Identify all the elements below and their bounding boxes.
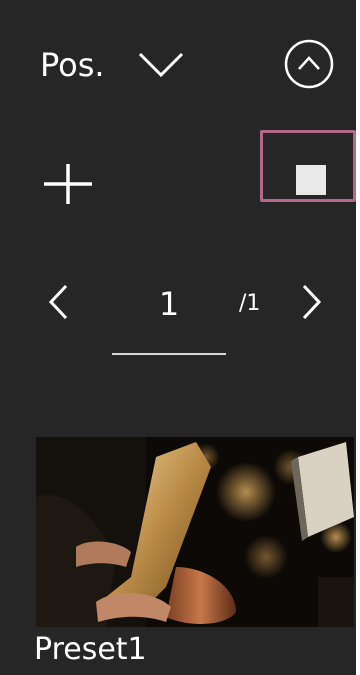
page-navigator: 1 /1	[0, 270, 358, 370]
stop-icon	[296, 165, 326, 195]
chevron-down-icon	[138, 52, 184, 78]
preset-card[interactable]: Preset1	[34, 437, 354, 675]
preset-thumbnail	[36, 437, 354, 627]
panel-header: Pos.	[0, 0, 358, 128]
position-label: Pos.	[40, 46, 105, 84]
preset-panel: Pos. 1 /1 Preset1	[0, 0, 358, 675]
preset-name: Preset1	[34, 632, 147, 667]
stop-button[interactable]	[260, 130, 356, 202]
chevron-left-icon	[48, 284, 68, 320]
add-preset-button[interactable]	[40, 162, 96, 206]
page-number-field[interactable]: 1	[112, 280, 226, 355]
position-dropdown-button[interactable]	[138, 52, 184, 78]
next-page-button[interactable]	[302, 284, 322, 320]
chevron-up-circle-icon	[284, 39, 334, 89]
plus-icon	[44, 164, 92, 204]
total-pages-label: /1	[239, 291, 261, 316]
chevron-right-icon	[302, 284, 322, 320]
collapse-button[interactable]	[284, 39, 334, 89]
previous-page-button[interactable]	[48, 284, 68, 320]
current-page-value: 1	[158, 285, 180, 323]
